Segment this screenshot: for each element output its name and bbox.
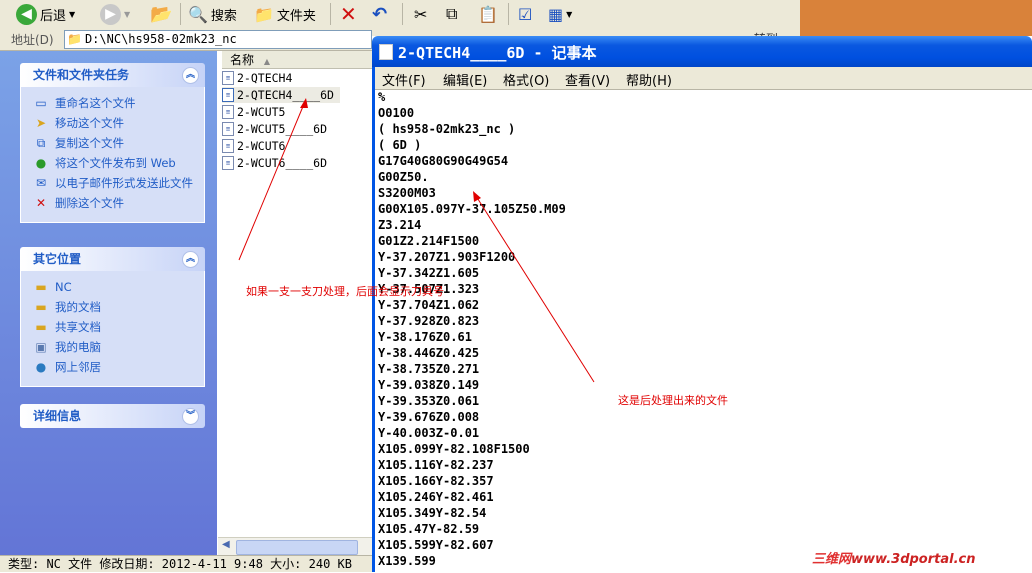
watermark-cn: 三维网 — [812, 552, 852, 567]
annotation-arrow-left — [238, 103, 305, 261]
annotation-left-text: 如果一支一支刀处理，后面会显示刀具号 — [246, 285, 444, 298]
arrowhead-left — [300, 98, 308, 108]
annotation-arrow-right — [475, 195, 595, 383]
arrowhead-right — [473, 191, 481, 202]
annotation-arrows — [238, 98, 595, 383]
watermark-url: www.3dportal.cn — [851, 552, 976, 567]
annotation-right-text: 这是后处理出来的文件 — [618, 394, 728, 407]
watermark: 三维网www.3dportal.cn — [812, 548, 976, 567]
